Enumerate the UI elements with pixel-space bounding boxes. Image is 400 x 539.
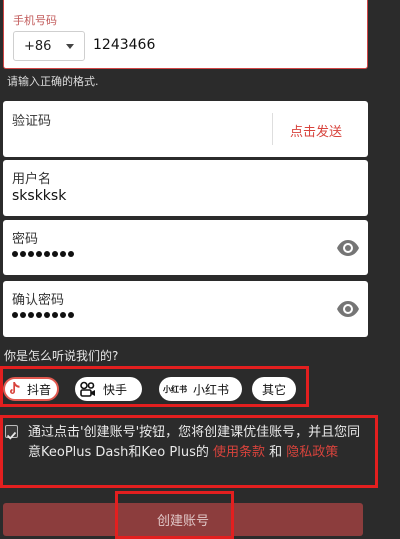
username-label: 用户名	[12, 172, 52, 187]
source-chip-douyin[interactable]: 抖音	[3, 377, 59, 401]
password-field[interactable]: 密码	[3, 220, 368, 275]
send-code-button[interactable]: 点击发送	[290, 121, 342, 140]
verification-code-field[interactable]: 验证码 点击发送	[3, 101, 368, 157]
kuaishou-icon	[80, 381, 95, 397]
source-question: 你是怎么听说我们的?	[4, 349, 119, 363]
source-label: 小红书	[193, 382, 230, 397]
douyin-icon	[10, 382, 20, 394]
source-chip-other[interactable]: 其它	[252, 377, 296, 401]
terms-conjunction: 和	[269, 445, 283, 460]
xiaohongshu-icon: 小红书	[163, 384, 187, 394]
verification-code-label: 验证码	[12, 114, 52, 129]
phone-error-message: 请输入正确的格式.	[7, 75, 99, 88]
source-chip-xiaohongshu[interactable]: 小红书 小红书	[159, 377, 242, 401]
confirm-password-field[interactable]: 确认密码	[3, 281, 368, 337]
source-label: 其它	[261, 382, 286, 397]
password-label: 密码	[12, 232, 39, 247]
terms-text-block: 通过点击'创建账号'按钮，您将创建课优佳账号，并且您同意KeoPlus Dash…	[28, 423, 368, 463]
password-input[interactable]	[12, 251, 74, 257]
eye-icon[interactable]	[336, 297, 360, 321]
username-field[interactable]: 用户名 skskksk	[3, 160, 368, 216]
phone-field[interactable]: 手机号码 +86 1243466	[3, 0, 368, 69]
confirm-password-input[interactable]	[12, 312, 74, 318]
phone-input[interactable]: 1243466	[93, 37, 155, 53]
terms-checkbox[interactable]	[5, 425, 18, 440]
source-label: 抖音	[27, 382, 52, 397]
phone-label: 手机号码	[13, 14, 57, 27]
submit-highlight-box	[115, 491, 234, 539]
username-input[interactable]: skskksk	[12, 188, 66, 204]
country-code-select[interactable]: +86	[13, 31, 85, 61]
check-icon	[6, 431, 17, 440]
terms-of-use-link[interactable]: 使用条款	[213, 445, 265, 460]
country-code-value: +86	[24, 38, 52, 54]
source-chip-kuaishou[interactable]: 快手	[75, 377, 142, 401]
divider	[272, 113, 273, 145]
eye-icon[interactable]	[336, 236, 360, 260]
confirm-password-label: 确认密码	[12, 293, 65, 308]
caret-down-icon	[66, 44, 74, 49]
privacy-policy-link[interactable]: 隐私政策	[286, 445, 338, 460]
source-label: 快手	[103, 382, 128, 397]
